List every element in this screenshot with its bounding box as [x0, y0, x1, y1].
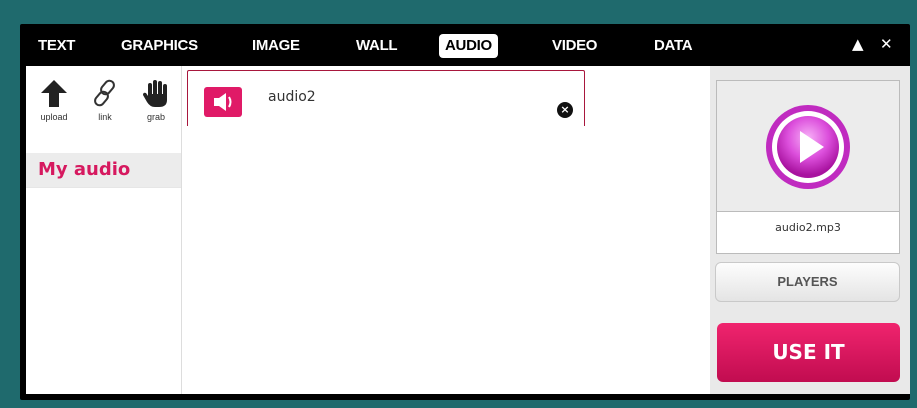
sidebar: upload link grab My audio — [26, 66, 182, 394]
tab-data[interactable]: DATA — [654, 34, 693, 58]
close-icon[interactable]: ✕ — [880, 35, 893, 53]
grab-tool[interactable]: grab — [136, 78, 176, 122]
tab-wall[interactable]: WALL — [356, 34, 398, 58]
content-area: upload link grab My audio audio2 × audio… — [26, 66, 910, 394]
preview-card: audio2.mp3 — [716, 80, 900, 254]
my-audio-section[interactable]: My audio — [26, 153, 181, 187]
link-tool[interactable]: link — [85, 78, 125, 122]
tab-text[interactable]: TEXT — [38, 34, 75, 58]
divider — [26, 187, 181, 188]
item-label: audio2 — [268, 89, 316, 105]
tab-audio[interactable]: AUDIO — [439, 34, 498, 58]
tab-image[interactable]: IMAGE — [252, 34, 300, 58]
collapse-icon[interactable]: ▲ — [852, 35, 864, 53]
preview-panel: audio2.mp3 PLAYERS USE IT — [710, 66, 910, 394]
file-name: audio2.mp3 — [775, 221, 841, 234]
tab-graphics[interactable]: GRAPHICS — [121, 34, 198, 58]
link-label: link — [98, 112, 112, 122]
list-item[interactable]: audio2 × — [187, 70, 585, 126]
grab-label: grab — [146, 112, 165, 122]
tab-video[interactable]: VIDEO — [552, 34, 597, 58]
upload-label: upload — [40, 112, 68, 122]
media-window: TEXT GRAPHICS IMAGE WALL AUDIO VIDEO DAT… — [20, 24, 910, 400]
audio-list: audio2 × — [182, 66, 710, 394]
preview-thumbnail — [717, 81, 899, 212]
use-it-button[interactable]: USE IT — [717, 323, 900, 382]
tab-bar: TEXT GRAPHICS IMAGE WALL AUDIO VIDEO DAT… — [20, 24, 910, 66]
play-button-icon[interactable] — [764, 103, 852, 191]
players-button[interactable]: PLAYERS — [715, 262, 900, 302]
link-chain-icon — [94, 79, 115, 107]
speaker-icon — [204, 87, 242, 117]
close-circle-icon[interactable]: × — [557, 102, 573, 118]
upload-tool[interactable]: upload — [34, 78, 74, 122]
upload-arrow-icon — [41, 80, 67, 107]
grab-hand-icon — [143, 80, 167, 107]
